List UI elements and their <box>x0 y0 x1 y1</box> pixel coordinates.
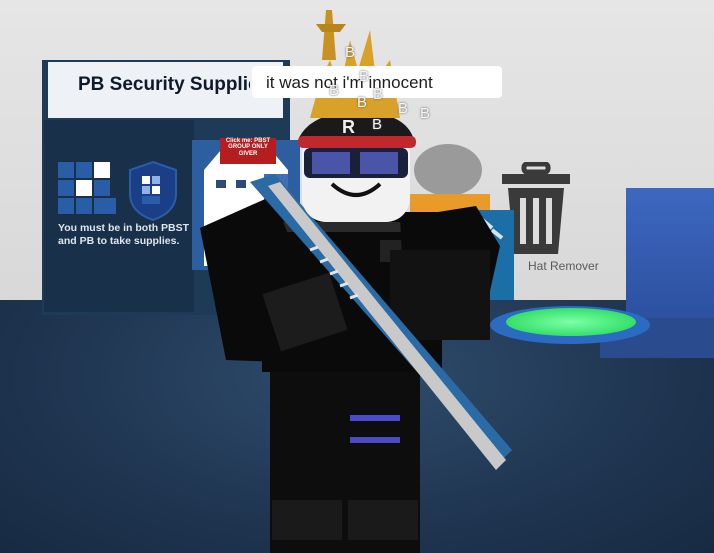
floating-glyph: B <box>398 100 409 117</box>
blue-wall-block <box>626 188 714 328</box>
floating-glyph: B <box>345 44 356 61</box>
kiosk-note: You must be in both PBST and PB to take … <box>58 222 190 247</box>
floating-glyph: B <box>329 82 340 99</box>
svg-text:R: R <box>342 117 355 137</box>
floating-glyph: B <box>372 116 383 133</box>
chat-message: it was not i'm innocent <box>266 73 433 92</box>
floating-glyph: B <box>373 86 384 103</box>
hat-remover-pad[interactable] <box>506 308 636 336</box>
floating-glyph: B <box>357 94 368 111</box>
hat-remover-label: Hat Remover <box>528 259 599 273</box>
game-viewport[interactable]: PB Security Supplies You must be in both… <box>0 0 714 553</box>
pb-logo-icon <box>58 162 116 214</box>
floating-glyph: B <box>359 68 370 85</box>
pbst-shield-icon <box>129 160 177 222</box>
floating-glyph: B <box>420 105 431 122</box>
